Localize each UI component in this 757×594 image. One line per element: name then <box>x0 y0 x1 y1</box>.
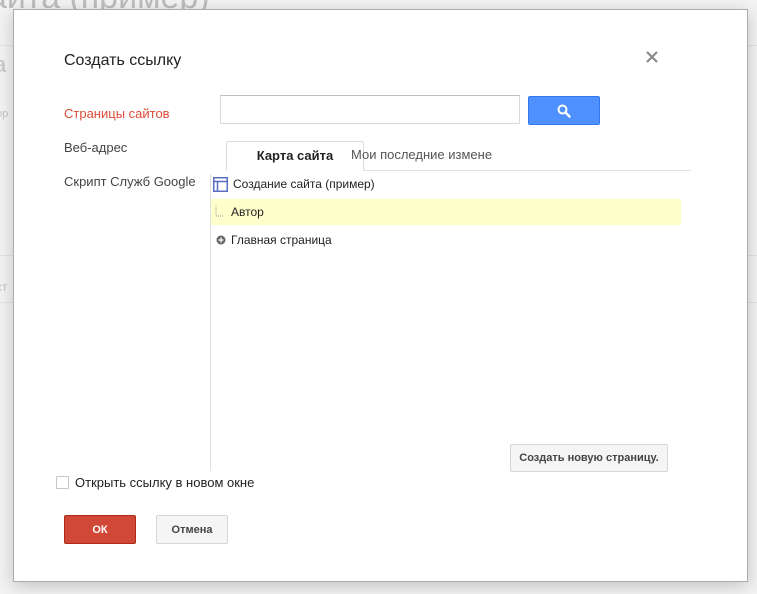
tab-recent-changes[interactable]: Мои последние измене <box>351 141 492 171</box>
search-icon <box>557 104 571 118</box>
site-icon <box>213 176 228 192</box>
create-new-page-button[interactable]: Создать новую страницу. <box>510 444 668 472</box>
tree-item-home[interactable]: Главная страница <box>211 227 681 253</box>
search-input[interactable] <box>220 95 520 124</box>
nav-item-site-pages[interactable]: Страницы сайтов <box>64 106 170 121</box>
tree-branch-icon <box>215 206 223 218</box>
search-button[interactable] <box>528 96 600 125</box>
tree-item-author[interactable]: Автор <box>211 199 681 225</box>
tree-item-label: Автор <box>231 205 264 219</box>
cancel-button[interactable]: Отмена <box>156 515 228 544</box>
tree-item-site[interactable]: Создание сайта (пример) <box>211 171 681 197</box>
expand-plus-icon[interactable] <box>216 235 226 245</box>
nav-item-google-apps-script[interactable]: Скрипт Служб Google <box>64 174 196 189</box>
close-icon[interactable] <box>642 48 662 68</box>
ok-button[interactable]: ОК <box>64 515 136 544</box>
background-text-fragment: ст <box>0 280 8 294</box>
open-new-window-label[interactable]: Открыть ссылку в новом окне <box>75 475 254 490</box>
create-link-dialog: Создать ссылку Страницы сайтов Веб-адрес… <box>13 9 748 582</box>
tree-item-label: Главная страница <box>231 233 332 247</box>
tree-item-label: Создание сайта (пример) <box>233 177 375 191</box>
nav-item-web-address[interactable]: Веб-адрес <box>64 140 127 155</box>
background-text-fragment: ор <box>0 108 9 120</box>
background-text-fragment: а <box>0 52 7 77</box>
open-new-window-checkbox[interactable] <box>56 476 69 489</box>
dialog-title: Создать ссылку <box>64 52 182 69</box>
tab-sitemap[interactable]: Карта сайта <box>226 141 364 171</box>
